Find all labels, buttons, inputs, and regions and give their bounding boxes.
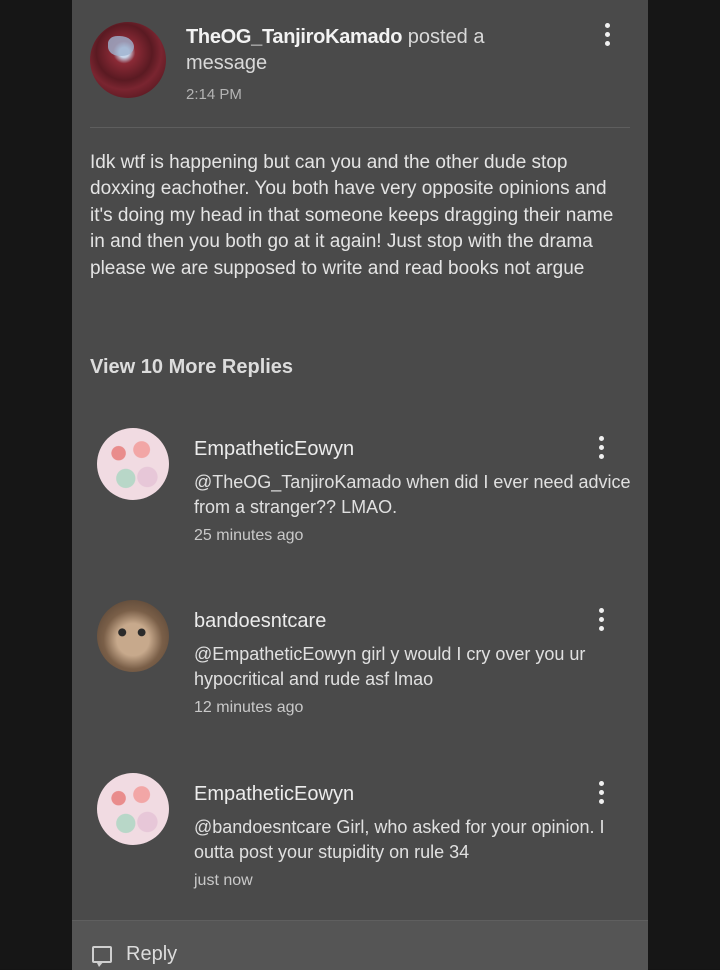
reply-author-name[interactable]: EmpatheticEowyn [194, 438, 354, 461]
post-timestamp: 2:14 PM [186, 86, 242, 103]
reply-avatar[interactable] [97, 600, 169, 672]
reply-author-name[interactable]: bandoesntcare [194, 610, 326, 633]
reply-timestamp: just now [194, 872, 253, 889]
reply-text: @TheOG_TanjiroKamado when did I ever nee… [194, 472, 631, 517]
reply-text: @EmpatheticEowyn girl y would I cry over… [194, 644, 586, 689]
reply-button-label: Reply [126, 943, 178, 965]
reply-more-options-icon[interactable] [594, 433, 608, 463]
post-author-name[interactable]: TheOG_TanjiroKamado [186, 26, 402, 48]
reply-item: EmpatheticEowyn @bandoesntcare Girl, who… [94, 773, 634, 923]
reply-author-name[interactable]: EmpatheticEowyn [194, 783, 354, 806]
reply-text: @bandoesntcare Girl, who asked for your … [194, 817, 605, 862]
reply-timestamp: 12 minutes ago [194, 699, 304, 716]
post-body: Idk wtf is happening but can you and the… [90, 152, 614, 279]
right-edge [648, 0, 720, 969]
reply-bar: Reply [72, 920, 648, 970]
author-avatar[interactable] [90, 22, 166, 98]
message-thread-panel: TheOG_TanjiroKamado posted a message 2:1… [72, 0, 648, 970]
divider [90, 127, 630, 128]
reply-more-options-icon[interactable] [594, 605, 608, 635]
comment-icon [92, 946, 112, 967]
view-more-replies-link[interactable]: View 10 More Replies [90, 356, 293, 379]
reply-more-options-icon[interactable] [594, 778, 608, 808]
reply-timestamp: 25 minutes ago [194, 527, 304, 544]
post-more-options-icon[interactable] [600, 20, 614, 50]
reply-avatar[interactable] [97, 428, 169, 500]
reply-button[interactable]: Reply [92, 943, 178, 967]
post-title: TheOG_TanjiroKamado posted a message [186, 24, 546, 76]
reply-item: bandoesntcare @EmpatheticEowyn girl y wo… [94, 600, 634, 750]
post-header: TheOG_TanjiroKamado posted a message 2:1… [90, 18, 630, 108]
reply-item: EmpatheticEowyn @TheOG_TanjiroKamado whe… [94, 428, 634, 578]
reply-avatar[interactable] [97, 773, 169, 845]
left-edge [0, 0, 72, 969]
